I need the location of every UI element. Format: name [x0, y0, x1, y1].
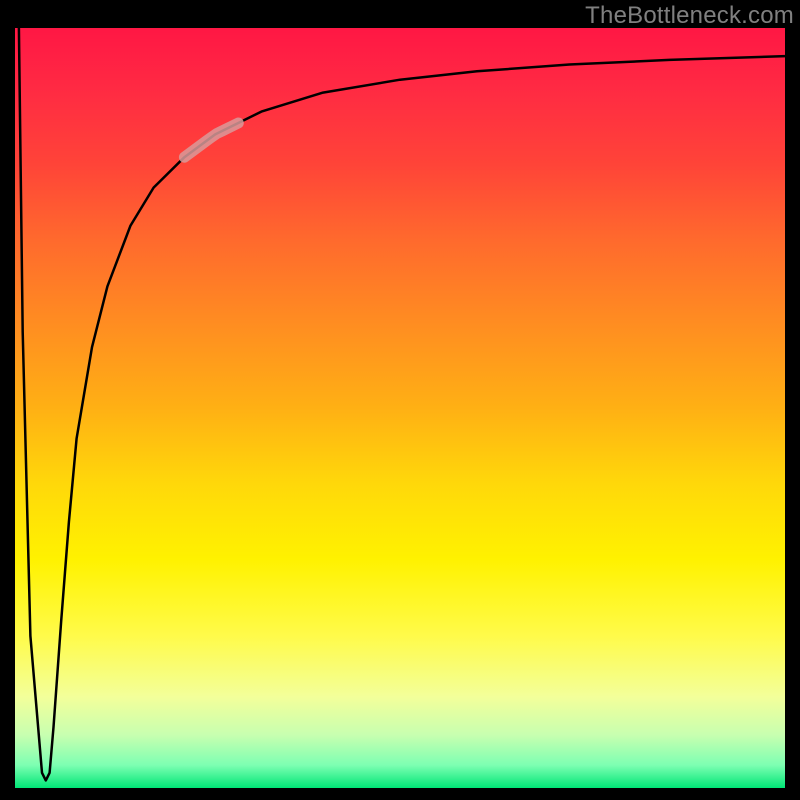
bottleneck-curve — [19, 28, 785, 780]
chart-frame: TheBottleneck.com — [0, 0, 800, 800]
plot-area — [15, 28, 785, 788]
chart-svg — [15, 28, 785, 788]
watermark-text: TheBottleneck.com — [585, 2, 794, 30]
highlight-segment — [184, 123, 238, 157]
